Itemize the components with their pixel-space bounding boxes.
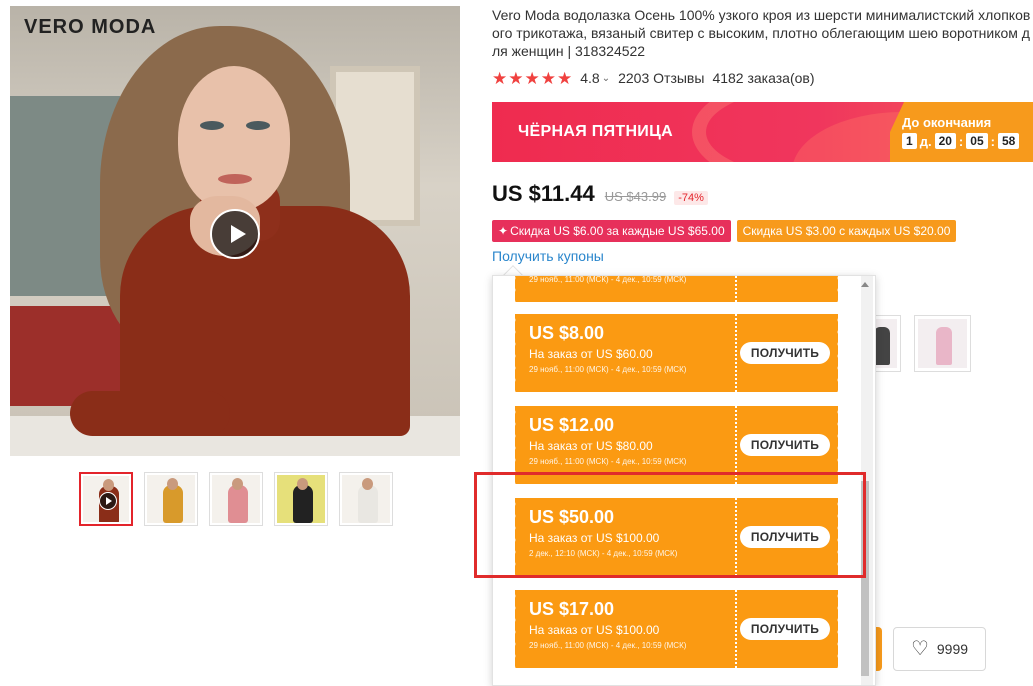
discount-badge: -74% (674, 191, 708, 205)
thumbnail-figure-head (362, 478, 373, 490)
store-discount-badge[interactable]: ✦ Скидка US $6.00 за каждые US $65.00 (492, 220, 731, 242)
get-coupon-button[interactable]: ПОЛУЧИТЬ (740, 618, 830, 640)
thumbnail-figure (163, 485, 183, 523)
star-icon: ★ (492, 68, 508, 88)
coupon-dates: 29 нояб., 11:00 (МСК) - 4 дек., 10:59 (М… (529, 365, 687, 374)
countdown-days-unit: д. (919, 133, 932, 149)
brand-logo: VERO MODA (24, 16, 157, 38)
model-arm (70, 391, 230, 436)
coupon-card: 29 нояб., 11:00 (МСК) - 4 дек., 10:59 (М… (512, 275, 841, 302)
model-eye-right (246, 121, 270, 130)
thumbnail-figure (228, 485, 248, 523)
rating-value[interactable]: 4.8 (580, 70, 599, 86)
orders-count: 4182 заказа(ов) (712, 70, 815, 86)
coupon-card: US $8.00 На заказ от US $60.00 29 нояб., 1… (512, 314, 841, 392)
model-lips (218, 174, 252, 184)
model-face (178, 66, 290, 211)
wishlist-button[interactable]: ♡ 9999 (893, 627, 986, 671)
coupon-divider (735, 590, 737, 668)
coupon-amount: US $17.00 (529, 599, 615, 619)
coupon-dates: 29 нояб., 11:00 (МСК) - 4 дек., 10:59 (М… (529, 641, 687, 650)
gallery-thumbnail[interactable] (274, 472, 328, 526)
thumbnail-figure (293, 485, 313, 523)
coupon-amount: US $12.00 (529, 415, 615, 435)
coupon-min-order: На заказ от US $60.00 (529, 347, 653, 361)
chevron-down-icon[interactable]: ⌄ (602, 73, 610, 84)
gallery-thumbnail[interactable] (339, 472, 393, 526)
coupon-min-order: На заказ от US $100.00 (529, 623, 660, 637)
black-friday-banner: ЧЁРНАЯ ПЯТНИЦА До окончания 1 д. 20 : 05… (492, 102, 1033, 162)
video-play-icon[interactable] (210, 209, 260, 259)
coupon-card: US $17.00 На заказ от US $100.00 29 нояб.,… (512, 590, 841, 668)
model-eye-left (200, 121, 224, 130)
current-price: US $11.44 (492, 181, 595, 206)
get-coupon-button[interactable]: ПОЛУЧИТЬ (740, 434, 830, 456)
old-price: US $43.99 (604, 189, 667, 204)
banner-title: ЧЁРНАЯ ПЯТНИЦА (518, 123, 673, 140)
countdown-minutes: 05 (966, 133, 988, 149)
coupon-min-order: На заказ от US $80.00 (529, 439, 653, 453)
promo-row: ✦ Скидка US $6.00 за каждые US $65.00 Ски… (492, 220, 957, 242)
countdown-days: 1 (902, 133, 917, 149)
color-option-image (918, 319, 967, 368)
thumbnail-image (147, 475, 195, 523)
star-icon: ★ (557, 68, 573, 88)
wishlist-count: 9999 (936, 641, 969, 657)
coupon-divider (735, 276, 737, 302)
thumbnail-figure-head (232, 478, 243, 490)
thumbnail-image (212, 475, 260, 523)
countdown-values: 1 д. 20 : 05 : 58 (902, 133, 1020, 149)
get-coupons-link[interactable]: Получить купоны (492, 248, 604, 264)
color-option-figure (936, 327, 952, 365)
play-icon (99, 492, 117, 510)
thumbnail-image (83, 476, 129, 522)
countdown-label: До окончания (902, 115, 992, 130)
gallery-thumbnails (79, 472, 393, 526)
selection-highlight-box (474, 472, 866, 578)
color-option[interactable] (914, 315, 971, 372)
star-icon: ★ (508, 68, 524, 88)
coupon-dates: 29 нояб., 11:00 (МСК) - 4 дек., 10:59 (М… (529, 275, 687, 284)
countdown-timer: До окончания 1 д. 20 : 05 : 58 (890, 102, 1033, 162)
countdown-separator: : (958, 133, 964, 149)
thumbnail-image (342, 475, 390, 523)
coupon-dates: 29 нояб., 11:00 (МСК) - 4 дек., 10:59 (М… (529, 457, 687, 466)
heart-icon: ♡ (910, 638, 929, 660)
star-icon: ★ (524, 68, 540, 88)
product-main-image[interactable]: VERO MODA (10, 6, 460, 456)
gallery-thumbnail[interactable] (144, 472, 198, 526)
gallery-thumbnail[interactable] (79, 472, 133, 526)
countdown-seconds: 58 (997, 133, 1020, 149)
countdown-separator: : (990, 133, 995, 149)
coupon-amount: US $8.00 (529, 323, 605, 343)
gallery-thumbnail[interactable] (209, 472, 263, 526)
thumbnail-figure-head (297, 478, 308, 490)
star-icon: ★ (540, 68, 556, 88)
color-option-figure (874, 327, 890, 365)
rating-row: ★★★★★ 4.8 ⌄ 2203 Отзывы 4182 заказа(ов) (492, 69, 815, 87)
coupon-divider (735, 314, 737, 392)
thumbnail-figure (358, 485, 378, 523)
extra-discount-badge[interactable]: Скидка US $3.00 с каждых US $20.00 (736, 220, 957, 242)
store-discount-text: Скидка US $6.00 за каждые US $65.00 (510, 224, 725, 238)
scroll-up-arrow[interactable] (861, 282, 869, 287)
thumbnail-figure-head (103, 479, 114, 491)
thumbnail-image (277, 475, 325, 523)
product-title: Vero Moda водолазка Осень 100% узкого кр… (492, 7, 1031, 59)
thumbnail-figure-head (167, 478, 178, 490)
sparkle-icon: ✦ (498, 224, 509, 238)
get-coupon-button[interactable]: ПОЛУЧИТЬ (740, 342, 830, 364)
rating-stars: ★★★★★ (492, 70, 573, 87)
reviews-link[interactable]: 2203 Отзывы (618, 70, 704, 86)
countdown-hours: 20 (934, 133, 956, 149)
price-row: US $11.44 US $43.99 -74% (492, 181, 708, 207)
